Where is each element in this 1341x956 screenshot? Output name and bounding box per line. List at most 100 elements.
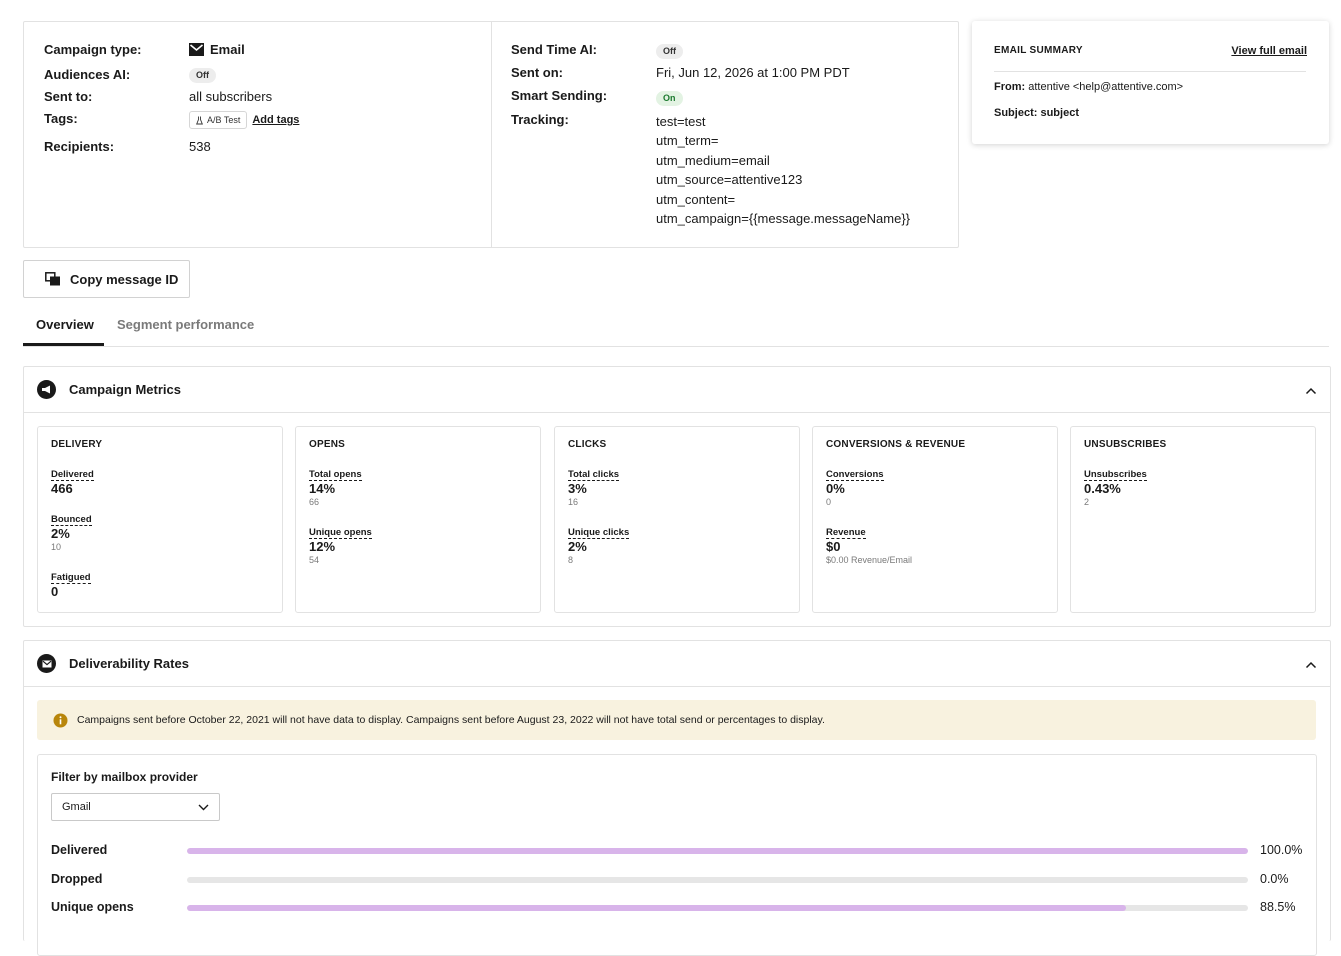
metric-value: $0 [826, 539, 841, 554]
delivery-card: DELIVERY Delivered 466 Bounced 2% 10 Fat… [37, 426, 283, 613]
metric-label[interactable]: Bounced [51, 514, 92, 526]
metric-label[interactable]: Revenue [826, 527, 866, 539]
rate-fill [187, 848, 1248, 854]
metric-label[interactable]: Fatigued [51, 572, 91, 584]
rate-bar-delivered [187, 848, 1248, 854]
tab-segment-performance[interactable]: Segment performance [117, 317, 254, 332]
metric-count: 0 [826, 497, 832, 507]
campaign-type-value: Email [189, 42, 245, 57]
metric-count: 8 [568, 555, 574, 565]
unsubscribes-card: UNSUBSCRIBES Unsubscribes 0.43% 2 [1070, 426, 1316, 613]
delivery-card-title: DELIVERY [51, 439, 103, 450]
smart-sending-badge: On [656, 91, 683, 106]
sent-to-value: all subscribers [189, 89, 273, 104]
mailbox-provider-value: Gmail [62, 801, 91, 813]
sent-on-value: Fri, Jun 12, 2026 at 1:00 PM PDT [656, 65, 850, 80]
tracking-param: utm_medium=email [656, 152, 770, 168]
summary-subject: Subject: subject [994, 107, 1079, 119]
metric-total-clicks: Total clicks 3% 16 [568, 465, 620, 507]
campaign-metrics-title: Campaign Metrics [69, 382, 181, 397]
metric-count: 2 [1084, 497, 1090, 507]
opens-card-title: OPENS [309, 439, 346, 450]
tracking-param: utm_source=attentive123 [656, 172, 803, 188]
metric-label[interactable]: Total clicks [568, 469, 620, 481]
metric-count: 66 [309, 497, 320, 507]
tag-chip-label: A/B Test [207, 115, 241, 125]
tabs-divider [23, 346, 1329, 347]
clicks-card: CLICKS Total clicks 3% 16 Unique clicks … [554, 426, 800, 613]
metric-value: 0.43% [1084, 481, 1121, 496]
email-summary-title: EMAIL SUMMARY [994, 45, 1083, 56]
chevron-up-icon[interactable] [1305, 383, 1317, 398]
campaign-type-text: Email [210, 42, 245, 57]
tracking-params: test=test utm_term= utm_medium=email utm… [656, 112, 910, 228]
metric-unique-clicks: Unique clicks 2% 8 [568, 523, 630, 565]
metric-value: 466 [51, 481, 73, 496]
conversions-revenue-card: CONVERSIONS & REVENUE Conversions 0% 0 R… [812, 426, 1058, 613]
campaign-metrics-header[interactable]: Campaign Metrics [24, 367, 1330, 413]
rate-label-unique-opens: Unique opens [51, 900, 134, 914]
tracking-param: utm_content= [656, 191, 736, 207]
rate-bar-dropped [187, 877, 1248, 883]
metric-value: 2% [568, 539, 587, 554]
summary-subject-value: subject [1040, 107, 1079, 119]
tab-overview[interactable]: Overview [36, 317, 94, 332]
add-tags-link[interactable]: Add tags [252, 114, 299, 126]
mailbox-provider-select[interactable]: Gmail [51, 793, 220, 821]
tracking-param: utm_campaign={{message.messageName}} [656, 211, 911, 227]
metric-count: 16 [568, 497, 579, 507]
megaphone-icon [37, 380, 56, 399]
copy-message-id-label: Copy message ID [70, 271, 179, 287]
metric-label[interactable]: Total opens [309, 469, 362, 481]
metric-value: 0% [826, 481, 845, 496]
metric-conversions: Conversions 0% 0 [826, 465, 884, 507]
metric-value: 2% [51, 526, 70, 541]
rate-fill [187, 905, 1126, 911]
tracking-param: test=test [656, 114, 706, 129]
flask-icon [196, 116, 203, 125]
envelope-icon [37, 654, 56, 673]
deliverability-section: Deliverability Rates Campaigns sent befo… [23, 640, 1331, 956]
audiences-ai-label: Audiences AI: [44, 67, 131, 82]
metric-delivered: Delivered 466 [51, 465, 94, 496]
metric-label[interactable]: Conversions [826, 469, 884, 481]
details-divider [491, 22, 492, 247]
metric-total-opens: Total opens 14% 66 [309, 465, 362, 507]
rate-value-delivered: 100.0% [1260, 843, 1303, 857]
copy-message-id-button[interactable]: Copy message ID [23, 260, 190, 298]
metric-fatigued: Fatigued 0 [51, 568, 91, 599]
copy-icon [45, 272, 61, 286]
audiences-ai-badge: Off [189, 68, 216, 83]
opens-card: OPENS Total opens 14% 66 Unique opens 12… [295, 426, 541, 613]
metric-label[interactable]: Delivered [51, 469, 94, 481]
tracking-label: Tracking: [511, 112, 569, 127]
metric-bounced: Bounced 2% 10 [51, 510, 92, 552]
recipients-value: 538 [189, 139, 211, 154]
email-summary-card: EMAIL SUMMARY View full email From: atte… [972, 21, 1329, 144]
summary-subject-label: Subject: [994, 107, 1038, 119]
envelope-icon [189, 43, 204, 56]
summary-divider [994, 71, 1306, 72]
tab-active-indicator [23, 343, 104, 346]
metric-count: $0.00 Revenue/Email [826, 555, 913, 565]
chevron-up-icon[interactable] [1305, 657, 1317, 672]
metric-label[interactable]: Unique opens [309, 527, 372, 539]
view-full-email-link[interactable]: View full email [1231, 45, 1307, 57]
recipients-label: Recipients: [44, 139, 115, 154]
metric-value: 14% [309, 481, 336, 496]
rate-label-dropped: Dropped [51, 872, 103, 886]
metric-label[interactable]: Unsubscribes [1084, 469, 1147, 481]
tag-chip-ab-test[interactable]: A/B Test [189, 111, 248, 129]
campaign-details-card: Campaign type: Email Audiences AI: Off S… [23, 21, 959, 248]
rate-value-unique-opens: 88.5% [1260, 900, 1296, 914]
metric-count: 54 [309, 555, 320, 565]
metric-value: 0 [51, 584, 59, 599]
metric-label[interactable]: Unique clicks [568, 527, 630, 539]
metric-unique-opens: Unique opens 12% 54 [309, 523, 372, 565]
deliverability-header[interactable]: Deliverability Rates [24, 641, 1330, 687]
metric-value: 12% [309, 539, 336, 554]
summary-from-label: From: [994, 81, 1026, 93]
chevron-down-icon [198, 804, 209, 811]
metric-revenue: Revenue $0 $0.00 Revenue/Email [826, 523, 912, 565]
sent-on-label: Sent on: [511, 65, 563, 80]
